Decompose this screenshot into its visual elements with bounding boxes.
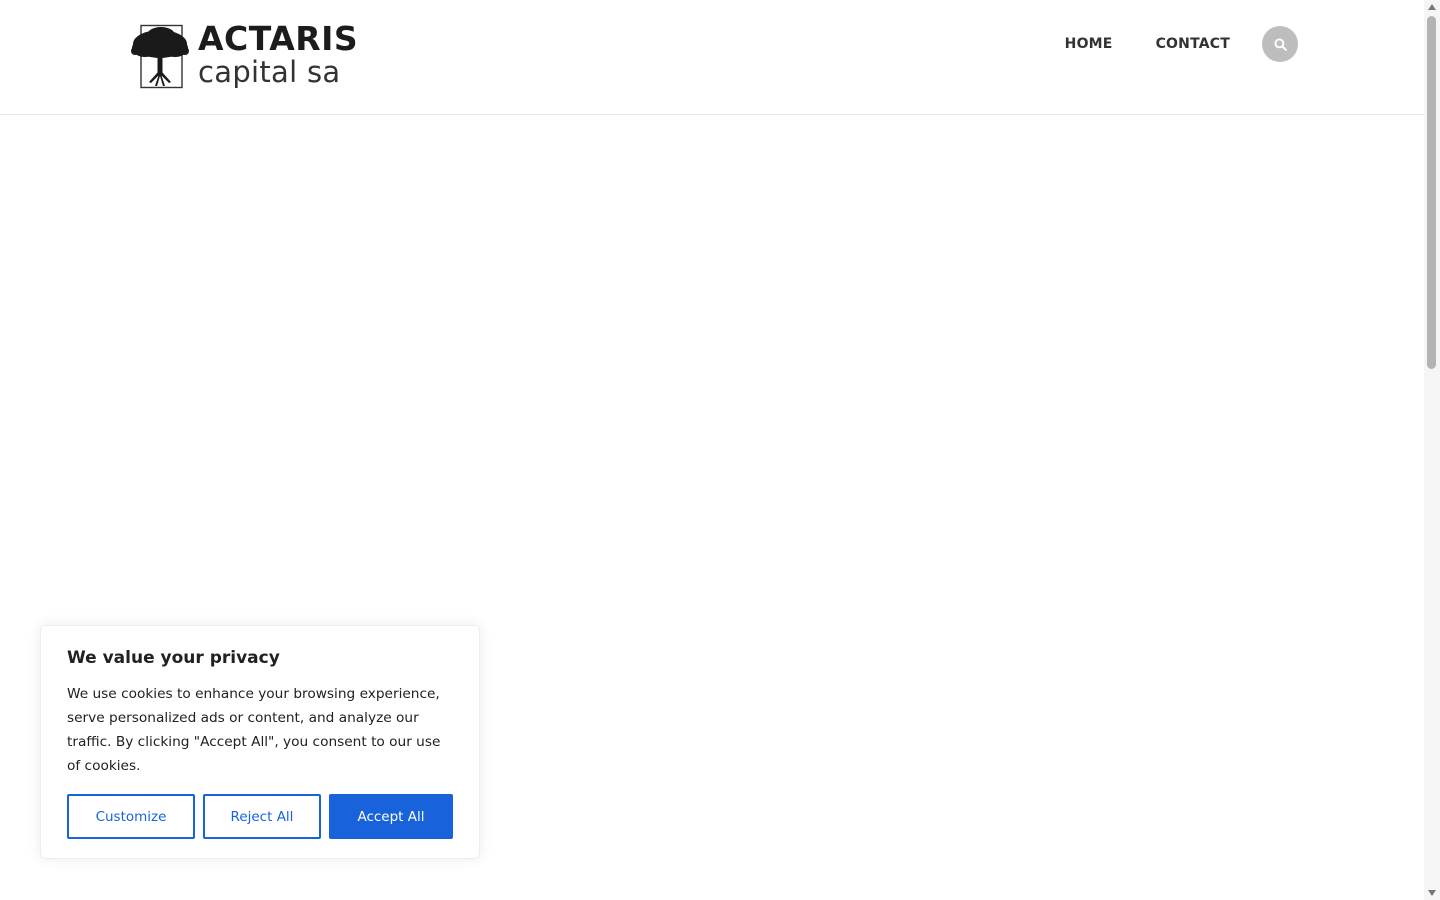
logo-name-line2: capital sa [198, 55, 341, 89]
nav-home-link[interactable]: HOME [1065, 26, 1113, 62]
accept-all-button[interactable]: Accept All [329, 794, 453, 839]
search-button[interactable] [1262, 26, 1298, 62]
customize-button[interactable]: Customize [67, 794, 195, 839]
search-icon [1273, 37, 1287, 51]
scroll-down-arrow-icon[interactable] [1428, 890, 1436, 896]
scroll-thumb[interactable] [1427, 16, 1436, 369]
page-scrollbar[interactable] [1424, 0, 1440, 900]
nav-contact-link[interactable]: CONTACT [1156, 26, 1230, 62]
site-logo[interactable]: ACTARIS capital sa [131, 19, 359, 90]
reject-all-button[interactable]: Reject All [203, 794, 321, 839]
logo-wordmark: ACTARIS capital sa [198, 19, 359, 89]
cookie-banner-title: We value your privacy [67, 648, 280, 668]
cookie-banner-text: We use cookies to enhance your browsing … [67, 686, 441, 774]
tree-logo-icon [131, 24, 189, 89]
cookie-consent-banner: We value your privacy We use cookies to … [40, 625, 480, 859]
scroll-up-arrow-icon[interactable] [1428, 4, 1436, 10]
logo-name-line1: ACTARIS [198, 19, 359, 58]
main-nav: HOME CONTACT [1065, 26, 1298, 62]
site-header: ACTARIS capital sa HOME CONTACT [0, 0, 1424, 115]
cookie-banner-actions: Customize Reject All Accept All [67, 794, 453, 839]
